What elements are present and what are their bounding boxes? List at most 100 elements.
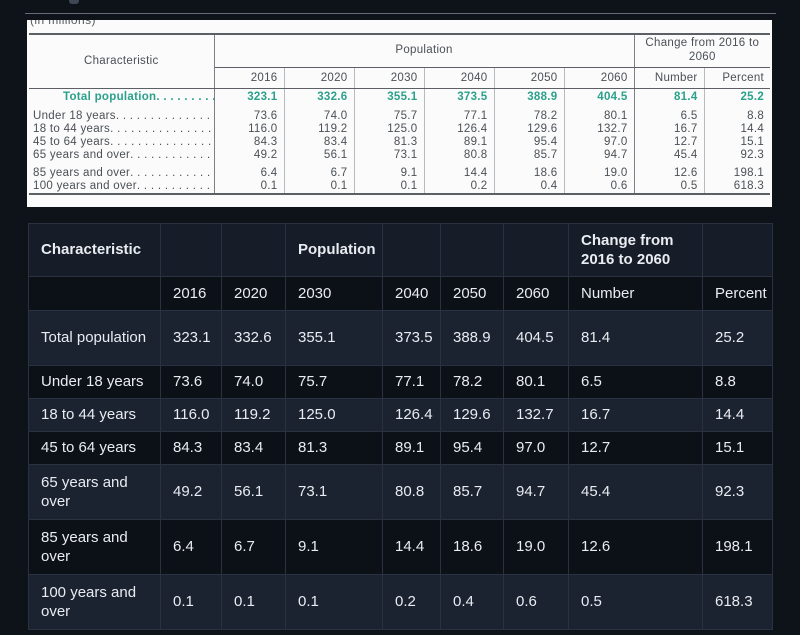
value-cell: 0.6 [504,575,569,630]
population-group-header: Population [286,224,383,277]
value-cell: 80.1 [564,110,634,123]
value-cell: 89.1 [383,432,441,465]
value-cell: 12.6 [569,520,703,575]
value-cell: 81.3 [354,136,424,149]
value-cell: 129.6 [494,123,564,136]
column-header-percent: Percent [703,277,773,311]
row-label-wrap: 100 years and over. . . . . . . . . . . … [29,180,214,192]
dark-header-row-groups: Characteristic Population Change from 20… [29,224,773,277]
table-row: 18 to 44 years. . . . . . . . . . . . . … [29,123,770,136]
value-cell: 25.2 [704,88,770,105]
value-cell: 83.4 [284,136,354,149]
value-cell: 83.4 [222,432,286,465]
row-label-cell: 100 years and over. . . . . . . . . . . … [29,180,214,194]
value-cell: 95.4 [494,136,564,149]
value-cell: 81.4 [634,88,704,105]
rendered-table: Characteristic Population Change from 20… [28,223,773,630]
value-cell: 45.4 [569,465,703,520]
value-cell: 75.7 [286,366,383,399]
value-cell: 49.2 [161,465,222,520]
table-row: Total population . . . . . . . . . . . .… [29,88,770,105]
value-cell: 0.5 [634,180,704,194]
value-cell: 355.1 [286,311,383,366]
value-cell: 126.4 [424,123,494,136]
value-cell: 12.7 [634,136,704,149]
value-cell: 0.4 [441,575,504,630]
value-cell: 14.4 [383,520,441,575]
value-cell: 129.6 [441,399,504,432]
value-cell: 0.4 [494,180,564,194]
source-table-body: Total population . . . . . . . . . . . .… [29,88,770,194]
table-row: Under 18 years73.674.075.777.178.280.16.… [29,366,773,399]
column-header-2016: 2016 [161,277,222,311]
value-cell: 388.9 [494,88,564,105]
column-header-2050: 2050 [494,67,564,88]
row-label-cell: 65 years and over. . . . . . . . . . . .… [29,149,214,162]
value-cell: 0.1 [222,575,286,630]
row-label-cell: Under 18 years [29,366,161,399]
value-cell: 119.2 [284,123,354,136]
value-cell: 6.4 [161,520,222,575]
column-header-percent: Percent [704,67,770,88]
value-cell: 132.7 [504,399,569,432]
value-cell: 84.3 [161,432,222,465]
value-cell: 15.1 [703,432,773,465]
value-cell: 97.0 [564,136,634,149]
value-cell: 126.4 [383,399,441,432]
value-cell: 6.7 [284,167,354,180]
value-cell: 8.8 [704,110,770,123]
row-label-cell: Total population . . . . . . . . . . . .… [29,88,214,105]
row-label: 18 to 44 years [33,123,110,135]
value-cell: 198.1 [703,520,773,575]
column-header-2030: 2030 [286,277,383,311]
value-cell: 80.8 [424,149,494,162]
column-header-2030: 2030 [354,67,424,88]
row-label-cell: 100 years and over [29,575,161,630]
value-cell: 0.1 [286,575,383,630]
empty-header-cell [504,224,569,277]
value-cell: 6.5 [634,110,704,123]
table-row: Total population323.1332.6355.1373.5388.… [29,311,773,366]
table-row: 100 years and over0.10.10.10.20.40.60.56… [29,575,773,630]
value-cell: 8.8 [703,366,773,399]
population-group-header: Population [214,34,634,67]
value-cell: 73.1 [286,465,383,520]
value-cell: 119.2 [222,399,286,432]
source-table: Characteristic Population Change from 20… [29,33,770,195]
value-cell: 84.3 [214,136,284,149]
empty-header-cell [703,224,773,277]
dark-header-row-columns: 2016 2020 2030 2040 2050 2060 Number Per… [29,277,773,311]
cropped-title-remnant [69,0,79,4]
value-cell: 77.1 [383,366,441,399]
value-cell: 18.6 [494,167,564,180]
value-cell: 74.0 [284,110,354,123]
image-caption-clip: (in millions) [30,20,772,29]
table-row: 85 years and over6.46.79.114.418.619.012… [29,520,773,575]
row-label-wrap: 45 to 64 years. . . . . . . . . . . . . … [29,136,214,148]
value-cell: 45.4 [634,149,704,162]
value-cell: 373.5 [383,311,441,366]
dot-leader: . . . . . . . . . . . . . . . . . . . . … [130,149,213,161]
image-caption: (in millions) [30,20,772,27]
row-label-cell: 45 to 64 years [29,432,161,465]
row-label: Total population [63,91,156,103]
value-cell: 75.7 [354,110,424,123]
dark-table-body: Total population323.1332.6355.1373.5388.… [29,311,773,630]
page-background: (in millions) Characteristic Population … [0,0,800,635]
table-row: 65 years and over. . . . . . . . . . . .… [29,149,770,162]
table-row: 45 to 64 years84.383.481.389.195.497.012… [29,432,773,465]
column-header-number: Number [569,277,703,311]
value-cell: 0.1 [354,180,424,194]
value-cell: 6.5 [569,366,703,399]
value-cell: 6.7 [222,520,286,575]
table-row: 65 years and over49.256.173.180.885.794.… [29,465,773,520]
row-label: Under 18 years [33,110,116,122]
row-label-wrap: Total population . . . . . . . . . . . .… [29,91,214,103]
table-row: 85 years and over. . . . . . . . . . . .… [29,167,770,180]
row-label-cell: 45 to 64 years. . . . . . . . . . . . . … [29,136,214,149]
value-cell: 323.1 [214,88,284,105]
value-cell: 116.0 [214,123,284,136]
value-cell: 14.4 [703,399,773,432]
value-cell: 16.7 [569,399,703,432]
dot-leader: . . . . . . . . . . . . . . . . . . . . … [137,180,214,192]
